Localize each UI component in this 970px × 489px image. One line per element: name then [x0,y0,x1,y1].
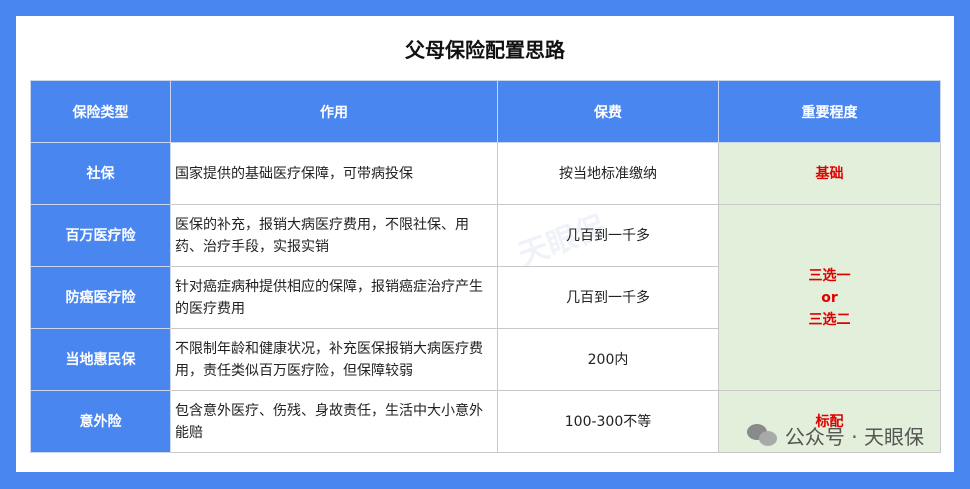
row-premium: 100-300不等 [497,390,719,453]
header-importance: 重要程度 [718,80,941,143]
row-type: 防癌医疗险 [30,266,171,329]
table-header-row: 保险类型 作用 保费 重要程度 [30,80,941,143]
table-row: 社保 国家提供的基础医疗保障，可带病投保 按当地标准缴纳 基础 [30,142,941,205]
row-type: 当地惠民保 [30,328,171,391]
wechat-icon [746,423,779,448]
content-card: 父母保险配置思路 天眼保 天眼保 保险类型 作用 保费 重要程度 社保 国家提供… [16,16,954,472]
page-title: 父母保险配置思路 [405,38,565,62]
importance-basic: 基础 [718,142,941,205]
row-effect: 国家提供的基础医疗保障，可带病投保 [170,142,498,205]
insurance-table: 保险类型 作用 保费 重要程度 社保 国家提供的基础医疗保障，可带病投保 按当地… [30,80,941,453]
row-type: 意外险 [30,390,171,453]
row-premium: 几百到一千多 [497,266,719,329]
header-effect: 作用 [170,80,498,143]
importance-choice-line1: 三选一 [808,267,851,284]
row-type: 百万医疗险 [30,204,171,267]
row-premium: 几百到一千多 [497,204,719,267]
row-type: 社保 [30,142,171,205]
importance-choice: 三选一 or 三选二 [718,204,941,391]
row-premium: 按当地标准缴纳 [497,142,719,205]
row-premium: 200内 [497,328,719,391]
row-effect: 包含意外医疗、伤残、身故责任，生活中大小意外能赔 [170,390,498,453]
header-type: 保险类型 [30,80,171,143]
importance-choice-line2: or [821,289,838,306]
row-effect: 医保的补充，报销大病医疗费用，不限社保、用药、治疗手段，实报实销 [170,204,498,267]
table-row: 百万医疗险 医保的补充，报销大病医疗费用，不限社保、用药、治疗手段，实报实销 几… [30,204,941,391]
footer-brand: 公众号 · 天眼保 [746,421,924,450]
importance-choice-line3: 三选二 [808,311,851,328]
header-premium: 保费 [497,80,719,143]
footer-text: 公众号 · 天眼保 [784,425,924,449]
row-effect: 不限制年龄和健康状况，补充医保报销大病医疗费用，责任类似百万医疗险，但保障较弱 [170,328,498,391]
row-effect: 针对癌症病种提供相应的保障，报销癌症治疗产生的医疗费用 [170,266,498,329]
